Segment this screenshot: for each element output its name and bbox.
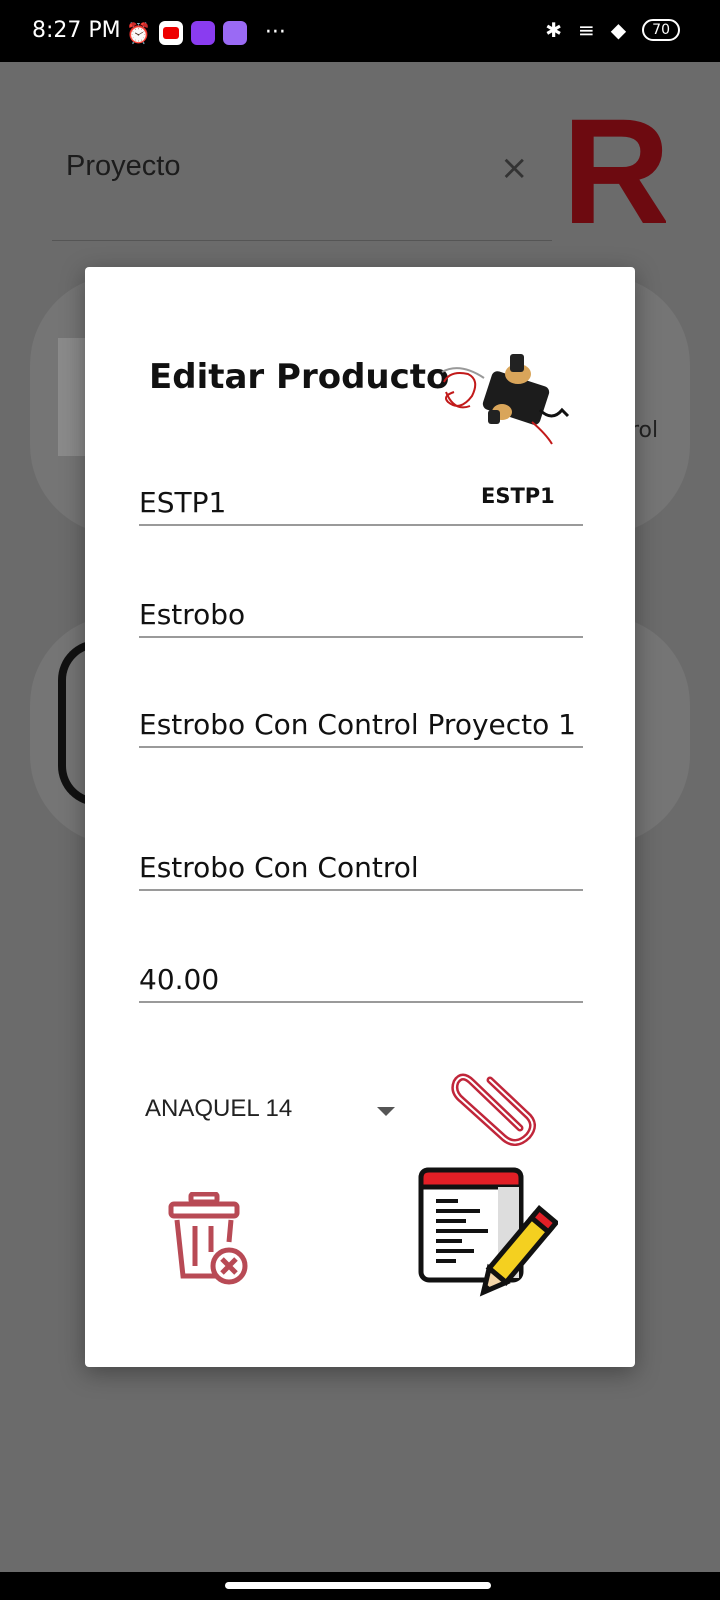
name-field[interactable]: Estrobo bbox=[139, 597, 583, 638]
logo-letter: R bbox=[562, 105, 666, 230]
clear-search-icon[interactable]: × bbox=[500, 148, 529, 188]
wifi-icon: ◆ bbox=[610, 18, 627, 42]
delete-button[interactable] bbox=[167, 1192, 257, 1292]
chevron-down-icon bbox=[377, 1107, 395, 1116]
twitch-icon bbox=[190, 20, 215, 45]
signal-icon: ≡ bbox=[578, 18, 595, 42]
edit-button[interactable] bbox=[418, 1167, 558, 1307]
status-bar: 8:27 PM ⏰ ··· ✱ ≡ ◆ 70 bbox=[0, 0, 720, 62]
alarm-icon: ⏰ bbox=[126, 20, 151, 45]
dialog-title: Editar Producto bbox=[149, 357, 450, 397]
edit-product-dialog: Editar Producto ESTP1 ESTP1 Estrobo Estr… bbox=[85, 267, 635, 1367]
search-underline bbox=[52, 240, 552, 241]
paperclip-icon[interactable] bbox=[450, 1070, 540, 1146]
system-icons: ✱ ≡ ◆ 70 bbox=[545, 18, 680, 42]
notification-icons: ⏰ ··· bbox=[126, 20, 286, 45]
search-input[interactable]: Proyecto bbox=[66, 150, 180, 183]
edit-document-icon bbox=[418, 1167, 558, 1297]
status-time: 8:27 PM bbox=[32, 18, 121, 43]
app-icon bbox=[222, 20, 247, 45]
trash-delete-icon bbox=[168, 1192, 248, 1285]
more-icon: ··· bbox=[264, 20, 286, 45]
product-image bbox=[441, 354, 570, 445]
location-select[interactable]: ANAQUEL 14 bbox=[145, 1087, 405, 1132]
home-indicator[interactable] bbox=[225, 1582, 491, 1589]
card-thumbnail bbox=[58, 338, 88, 456]
short-name-field[interactable]: Estrobo Con Control bbox=[139, 850, 583, 891]
youtube-icon bbox=[158, 20, 183, 45]
app-logo: R bbox=[562, 105, 666, 230]
navigation-bar bbox=[0, 1572, 720, 1600]
battery-icon: 70 bbox=[642, 19, 680, 41]
description-field[interactable]: Estrobo Con Control Proyecto 1 bbox=[139, 707, 583, 748]
code-field[interactable]: ESTP1 bbox=[139, 485, 583, 526]
bluetooth-icon: ✱ bbox=[545, 18, 563, 42]
price-field[interactable]: 40.00 bbox=[139, 962, 583, 1003]
battery-level: 70 bbox=[652, 22, 670, 38]
location-select-value: ANAQUEL 14 bbox=[145, 1095, 293, 1122]
